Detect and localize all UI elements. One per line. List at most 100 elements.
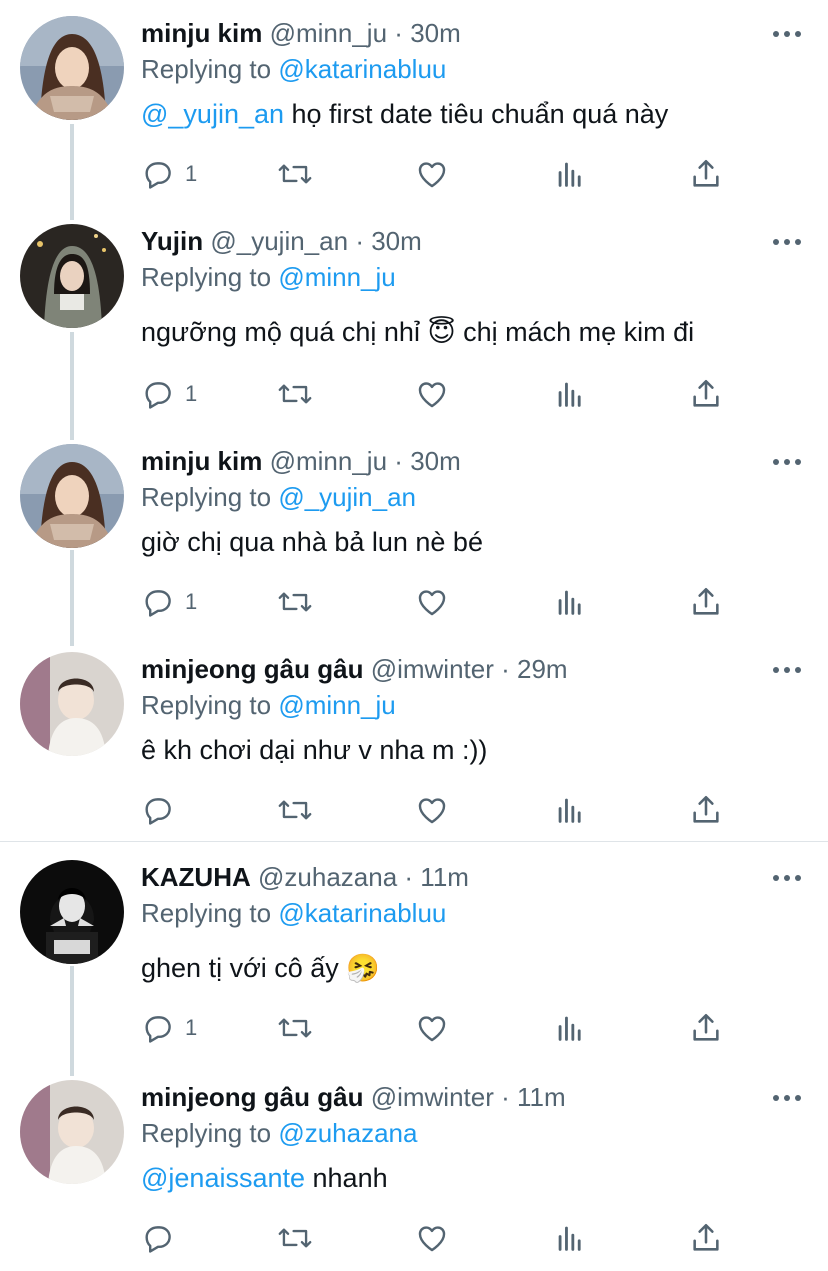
tweet[interactable]: minjeong gâu gâu @imwinter · 29m Replyin… xyxy=(0,652,828,842)
share-button[interactable] xyxy=(689,1218,723,1258)
reply-icon xyxy=(141,377,175,411)
user-handle[interactable]: @minn_ju xyxy=(270,18,387,48)
user-handle[interactable]: @minn_ju xyxy=(270,446,387,476)
tweet-text: @_yujin_an họ first date tiêu chuẩn quá … xyxy=(141,96,668,132)
reply-button[interactable]: 1 xyxy=(141,154,197,194)
timestamp[interactable]: 30m xyxy=(410,18,461,48)
replying-to-link[interactable]: @katarinabluu xyxy=(278,898,446,928)
share-button[interactable] xyxy=(689,374,723,414)
reply-button[interactable]: 1 xyxy=(141,374,197,414)
replying-to-link[interactable]: @minn_ju xyxy=(278,690,395,720)
avatar[interactable] xyxy=(20,444,124,548)
reply-button[interactable] xyxy=(141,790,185,830)
like-icon xyxy=(415,793,449,827)
share-button[interactable] xyxy=(689,1008,723,1048)
more-icon[interactable] xyxy=(770,232,804,252)
like-button[interactable] xyxy=(415,790,449,830)
analytics-button[interactable] xyxy=(553,1218,587,1258)
retweet-button[interactable] xyxy=(277,582,313,622)
tweet-text-body: họ first date tiêu chuẩn quá này xyxy=(284,99,669,129)
user-handle[interactable]: @imwinter xyxy=(371,1082,494,1112)
reply-button[interactable]: 1 xyxy=(141,1008,197,1048)
more-icon[interactable] xyxy=(770,24,804,44)
timestamp[interactable]: 30m xyxy=(371,226,422,256)
user-handle[interactable]: @zuhazana xyxy=(258,862,397,892)
timestamp[interactable]: 29m xyxy=(517,654,568,684)
reply-button[interactable]: 1 xyxy=(141,582,197,622)
tweet[interactable]: minjeong gâu gâu @imwinter · 11m Replyin… xyxy=(0,1080,828,1270)
replying-to: Replying to @_yujin_an xyxy=(141,480,416,514)
share-icon xyxy=(689,1221,723,1255)
user-handle[interactable]: @imwinter xyxy=(371,654,494,684)
replying-to-link[interactable]: @katarinabluu xyxy=(278,54,446,84)
avatar[interactable] xyxy=(20,224,124,328)
timestamp[interactable]: 30m xyxy=(410,446,461,476)
avatar[interactable] xyxy=(20,16,124,120)
analytics-button[interactable] xyxy=(553,1008,587,1048)
analytics-icon xyxy=(553,1011,587,1045)
mention-link[interactable]: @_yujin_an xyxy=(141,99,284,129)
more-icon[interactable] xyxy=(770,1088,804,1108)
share-icon xyxy=(689,1011,723,1045)
display-name[interactable]: minju kim xyxy=(141,446,262,476)
separator: · xyxy=(501,654,510,684)
retweet-icon xyxy=(277,377,313,411)
share-icon xyxy=(689,377,723,411)
action-bar xyxy=(141,790,741,830)
retweet-button[interactable] xyxy=(277,154,313,194)
retweet-button[interactable] xyxy=(277,1008,313,1048)
mention-link[interactable]: @jenaissante xyxy=(141,1163,305,1193)
replying-to: Replying to @minn_ju xyxy=(141,688,396,722)
avatar[interactable] xyxy=(20,1080,124,1184)
avatar[interactable] xyxy=(20,652,124,756)
tweet[interactable]: Yujin @_yujin_an · 30m Replying to @minn… xyxy=(0,224,828,424)
display-name[interactable]: Yujin xyxy=(141,226,203,256)
reply-button[interactable] xyxy=(141,1218,185,1258)
timestamp[interactable]: 11m xyxy=(420,862,469,892)
display-name[interactable]: minju kim xyxy=(141,18,262,48)
timestamp[interactable]: 11m xyxy=(517,1082,566,1112)
like-icon xyxy=(415,1011,449,1045)
replying-to-link[interactable]: @zuhazana xyxy=(278,1118,417,1148)
separator: · xyxy=(501,1082,510,1112)
analytics-button[interactable] xyxy=(553,790,587,830)
reply-count: 1 xyxy=(185,589,198,614)
replying-to-label: Replying to xyxy=(141,482,272,512)
retweet-icon xyxy=(277,793,313,827)
tweet[interactable]: minju kim @minn_ju · 30m Replying to @_y… xyxy=(0,444,828,634)
tweet-header: Yujin @_yujin_an · 30m xyxy=(141,224,422,258)
share-button[interactable] xyxy=(689,790,723,830)
retweet-button[interactable] xyxy=(277,790,313,830)
display-name[interactable]: minjeong gâu gâu xyxy=(141,654,363,684)
like-button[interactable] xyxy=(415,374,449,414)
display-name[interactable]: minjeong gâu gâu xyxy=(141,1082,363,1112)
replying-to-link[interactable]: @minn_ju xyxy=(278,262,395,292)
retweet-button[interactable] xyxy=(277,1218,313,1258)
analytics-button[interactable] xyxy=(553,582,587,622)
tweet[interactable]: minju kim @minn_ju · 30m Replying to @ka… xyxy=(0,16,828,206)
like-button[interactable] xyxy=(415,1218,449,1258)
avatar[interactable] xyxy=(20,860,124,964)
share-button[interactable] xyxy=(689,582,723,622)
more-icon[interactable] xyxy=(770,660,804,680)
analytics-button[interactable] xyxy=(553,154,587,194)
like-button[interactable] xyxy=(415,154,449,194)
retweet-icon xyxy=(277,585,313,619)
share-icon xyxy=(689,157,723,191)
more-icon[interactable] xyxy=(770,452,804,472)
more-icon[interactable] xyxy=(770,868,804,888)
analytics-button[interactable] xyxy=(553,374,587,414)
like-button[interactable] xyxy=(415,1008,449,1048)
user-handle[interactable]: @_yujin_an xyxy=(210,226,348,256)
replying-to-label: Replying to xyxy=(141,1118,272,1148)
retweet-button[interactable] xyxy=(277,374,313,414)
like-button[interactable] xyxy=(415,582,449,622)
tweet[interactable]: KAZUHA @zuhazana · 11m Replying to @kata… xyxy=(0,860,828,1050)
share-button[interactable] xyxy=(689,154,723,194)
display-name[interactable]: KAZUHA xyxy=(141,862,251,892)
tweet-header: minju kim @minn_ju · 30m xyxy=(141,16,461,50)
reply-icon xyxy=(141,1221,175,1255)
replying-to-link[interactable]: @_yujin_an xyxy=(278,482,416,512)
replying-to: Replying to @katarinabluu xyxy=(141,896,446,930)
separator: · xyxy=(394,446,403,476)
